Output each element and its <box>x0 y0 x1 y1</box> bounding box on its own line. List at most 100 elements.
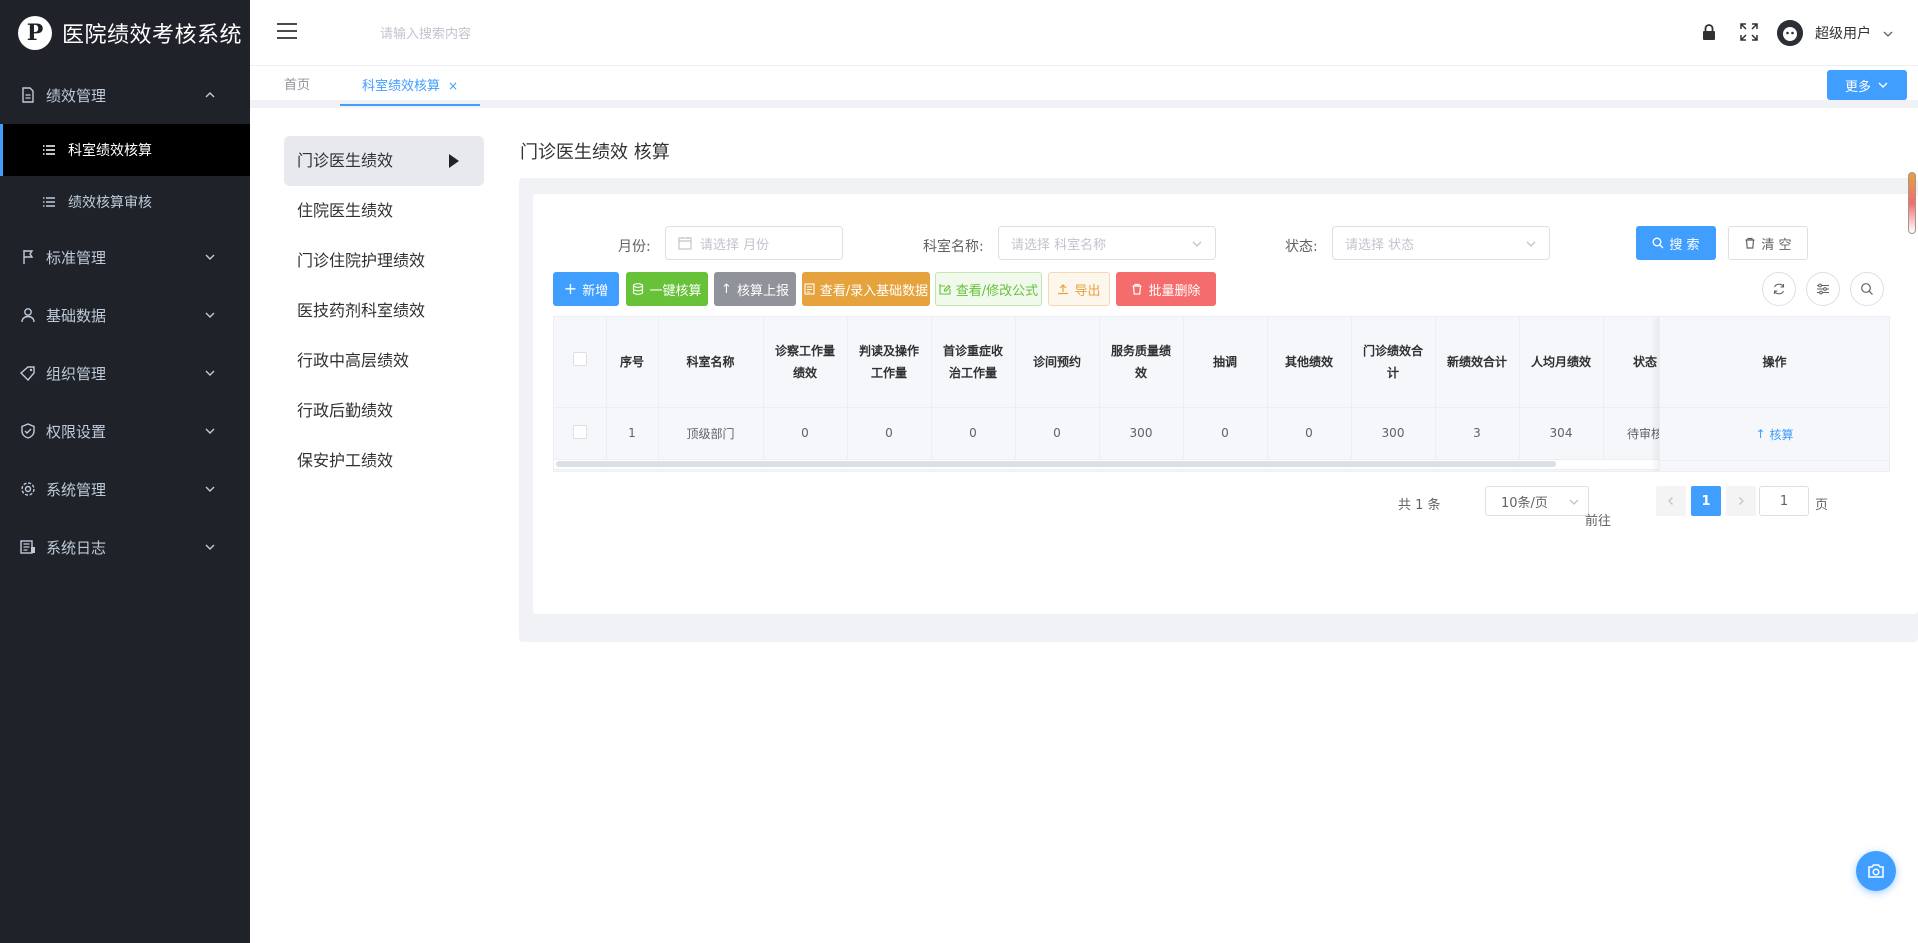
report-button[interactable]: ↑ 核算上报 <box>714 272 796 306</box>
table-search-button[interactable] <box>1850 272 1884 306</box>
menu-group-permissions[interactable]: 权限设置 <box>0 402 250 460</box>
view-base-data-button[interactable]: 查看/录入基础数据 <box>802 272 930 306</box>
dept-label: 科室名称: <box>923 239 984 255</box>
dept-select[interactable]: 请选择 科室名称 <box>998 226 1216 260</box>
table-cell: 1 <box>606 407 659 460</box>
performance-type-list: 门诊医生绩效 住院医生绩效 门诊住院护理绩效 医技药剂科室绩效 行政中高层绩效 … <box>284 136 484 486</box>
arrow-up-icon: ↑ <box>1755 427 1766 441</box>
menu-group-performance[interactable]: 绩效管理 <box>0 66 250 124</box>
hamburger-menu-icon[interactable] <box>276 22 298 40</box>
list-item-security-care[interactable]: 保安护工绩效 <box>284 436 484 486</box>
chevron-down-icon[interactable] <box>1882 28 1894 40</box>
document-icon <box>804 283 815 295</box>
next-page-button[interactable] <box>1726 486 1756 516</box>
menu-group-organization[interactable]: 组织管理 <box>0 344 250 402</box>
add-button[interactable]: + 新增 <box>553 272 619 306</box>
column-header: 序号 <box>606 317 659 408</box>
summary-cell: 304 <box>1519 469 1604 471</box>
month-picker[interactable]: 请选择 月份 <box>665 226 843 260</box>
column-header: 其他绩效 <box>1267 317 1352 408</box>
list-item-nursing[interactable]: 门诊住院护理绩效 <box>284 236 484 286</box>
sidebar-item-dept-performance[interactable]: 科室绩效核算 <box>0 124 250 176</box>
export-button[interactable]: 导出 <box>1048 272 1110 306</box>
chevron-up-icon <box>205 92 215 98</box>
lock-icon[interactable] <box>1700 23 1718 41</box>
menu-group-base-data[interactable]: 基础数据 <box>0 286 250 344</box>
flag-icon <box>20 249 36 265</box>
more-button[interactable]: 更多 <box>1827 70 1907 100</box>
summary-cell: - <box>763 469 848 471</box>
menu-group-standards[interactable]: 标准管理 <box>0 228 250 286</box>
batch-delete-button[interactable]: 批量删除 <box>1116 272 1216 306</box>
column-header: 新绩效合计 <box>1435 317 1520 408</box>
list-item-inpatient-doctor[interactable]: 住院医生绩效 <box>284 186 484 236</box>
menu-group-label: 组织管理 <box>46 364 107 383</box>
list-icon <box>43 197 55 207</box>
tab-home[interactable]: 首页 <box>284 66 310 106</box>
vertical-scrollbar[interactable] <box>1908 172 1916 234</box>
list-item-admin-logistics[interactable]: 行政后勤绩效 <box>284 386 484 436</box>
user-name[interactable]: 超级用户 <box>1815 23 1871 43</box>
top-header: 超级用户 <box>250 0 1918 66</box>
pinterest-logo-icon: P <box>18 16 52 50</box>
fullscreen-icon[interactable] <box>1740 23 1758 41</box>
avatar[interactable] <box>1777 20 1803 46</box>
header-search-input[interactable] <box>380 22 620 46</box>
table-body: 序号 科室名称 诊察工作量绩效 判读及操作工作量 首诊重症收治工作量 诊间预约 … <box>554 317 1688 471</box>
view-formula-button[interactable]: 查看/修改公式 <box>935 272 1042 306</box>
page-size-value: 10条/页 <box>1501 495 1548 511</box>
tab-dept-performance[interactable]: 科室绩效核算 × <box>340 66 481 106</box>
chevron-down-icon <box>205 544 215 550</box>
chevron-down-icon <box>1192 241 1202 247</box>
list-item-medtech-pharmacy[interactable]: 医技药剂科室绩效 <box>284 286 484 336</box>
horizontal-scrollbar[interactable] <box>556 461 1556 467</box>
table-header-row: 序号 科室名称 诊察工作量绩效 判读及操作工作量 首诊重症收治工作量 诊间预约 … <box>554 317 1688 408</box>
column-settings-button[interactable] <box>1806 272 1840 306</box>
menu-group-logs[interactable]: 系统日志 <box>0 518 250 576</box>
chevron-down-icon <box>1526 241 1536 247</box>
column-header: 诊间预约 <box>1015 317 1100 408</box>
calculate-link[interactable]: ↑ 核算 <box>1660 408 1889 461</box>
summary-cell: - <box>1183 469 1268 471</box>
table-cell: 0 <box>763 407 848 460</box>
page-1-button[interactable]: 1 <box>1691 486 1721 516</box>
clear-button[interactable]: 清 空 <box>1728 226 1808 260</box>
refresh-button[interactable] <box>1762 272 1796 306</box>
prev-page-button[interactable] <box>1656 486 1686 516</box>
summary-cell: - <box>1267 469 1352 471</box>
user-icon <box>20 307 36 323</box>
column-header: 抽调 <box>1183 317 1268 408</box>
sidebar-item-label: 绩效核算审核 <box>68 195 152 211</box>
view-base-data-label: 查看/录入基础数据 <box>819 283 929 299</box>
page-size-select[interactable]: 10条/页 <box>1485 486 1589 516</box>
summary-row: 合计 - - - - - 300 - - 300 - 304 - <box>554 469 1688 471</box>
sidebar-item-performance-review[interactable]: 绩效核算审核 <box>0 176 250 228</box>
chevron-down-icon <box>205 428 215 434</box>
list-item-admin-senior[interactable]: 行政中高层绩效 <box>284 336 484 386</box>
summary-cell: 合计 <box>606 469 659 471</box>
list-item-outpatient-doctor[interactable]: 门诊医生绩效 <box>284 136 484 186</box>
table-row[interactable]: 1 顶级部门 0 0 0 0 300 0 0 300 3 304 待审核 <box>554 407 1688 460</box>
screenshot-fab-button[interactable] <box>1856 851 1896 891</box>
select-all-checkbox[interactable] <box>572 351 587 366</box>
goto-page-input[interactable] <box>1759 486 1809 516</box>
one-click-calc-button[interactable]: 一键核算 <box>626 272 708 306</box>
summary-cell: 300 <box>1099 469 1184 471</box>
calculate-link-label: 核算 <box>1769 427 1794 442</box>
plus-icon: + <box>563 279 578 298</box>
table-cell: 0 <box>847 407 932 460</box>
pagination-total: 共 1 条 <box>1398 498 1441 513</box>
table-cell: 300 <box>1351 407 1436 460</box>
triangle-right-icon <box>449 154 459 168</box>
row-checkbox[interactable] <box>572 424 587 439</box>
status-select[interactable]: 请选择 状态 <box>1332 226 1550 260</box>
status-label: 状态: <box>1285 239 1318 255</box>
search-button[interactable]: 搜 索 <box>1636 226 1716 260</box>
report-button-label: 核算上报 <box>736 283 789 299</box>
close-icon[interactable]: × <box>448 79 458 93</box>
chevron-down-icon <box>205 254 215 260</box>
app-logo: P 医院绩效考核系统 <box>0 0 250 66</box>
select-all-header <box>554 317 607 408</box>
menu-group-system[interactable]: 系统管理 <box>0 460 250 518</box>
trash-icon <box>1132 283 1142 295</box>
